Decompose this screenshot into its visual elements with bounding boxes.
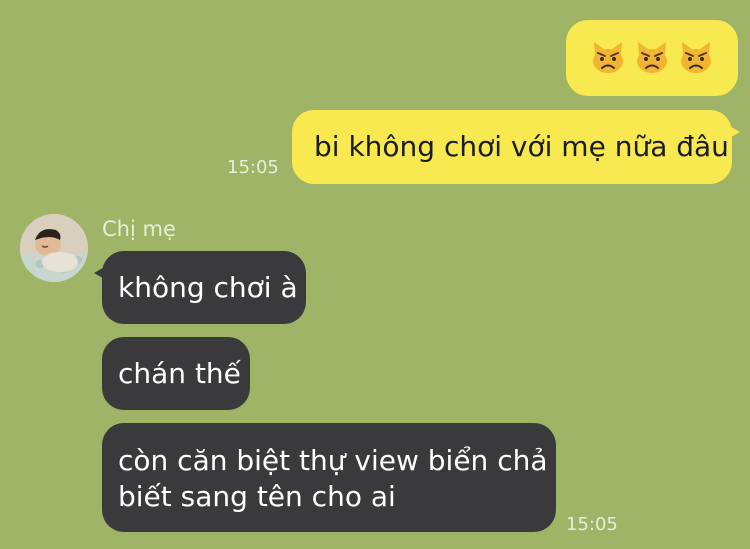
outgoing-emoji-bubble[interactable] <box>566 20 738 96</box>
angry-cat-icon <box>681 42 711 73</box>
bubble-tail <box>726 124 740 140</box>
sender-avatar[interactable] <box>20 214 88 282</box>
sender-name: Chị mẹ <box>102 217 176 241</box>
incoming-message-text: chán thế <box>118 357 241 390</box>
incoming-message-text: không chơi à <box>118 271 298 304</box>
avatar-photo <box>20 214 88 282</box>
outgoing-message-text: bi không chơi với mẹ nữa đâu <box>314 130 729 163</box>
incoming-message-bubble[interactable]: chán thế <box>102 337 250 410</box>
incoming-message-bubble[interactable]: còn căn biệt thự view biển chả biết sang… <box>102 423 556 532</box>
angry-cat-icon <box>593 42 623 73</box>
incoming-timestamp: 15:05 <box>566 514 618 535</box>
incoming-message-text: còn căn biệt thự view biển chả biết sang… <box>118 444 548 513</box>
outgoing-message-bubble[interactable]: bi không chơi với mẹ nữa đâu <box>292 110 740 184</box>
outgoing-timestamp: 15:05 <box>227 157 279 178</box>
angry-cat-icon <box>637 42 667 73</box>
bubble-tail <box>94 265 108 281</box>
incoming-message-bubble[interactable]: không chơi à <box>94 251 306 324</box>
